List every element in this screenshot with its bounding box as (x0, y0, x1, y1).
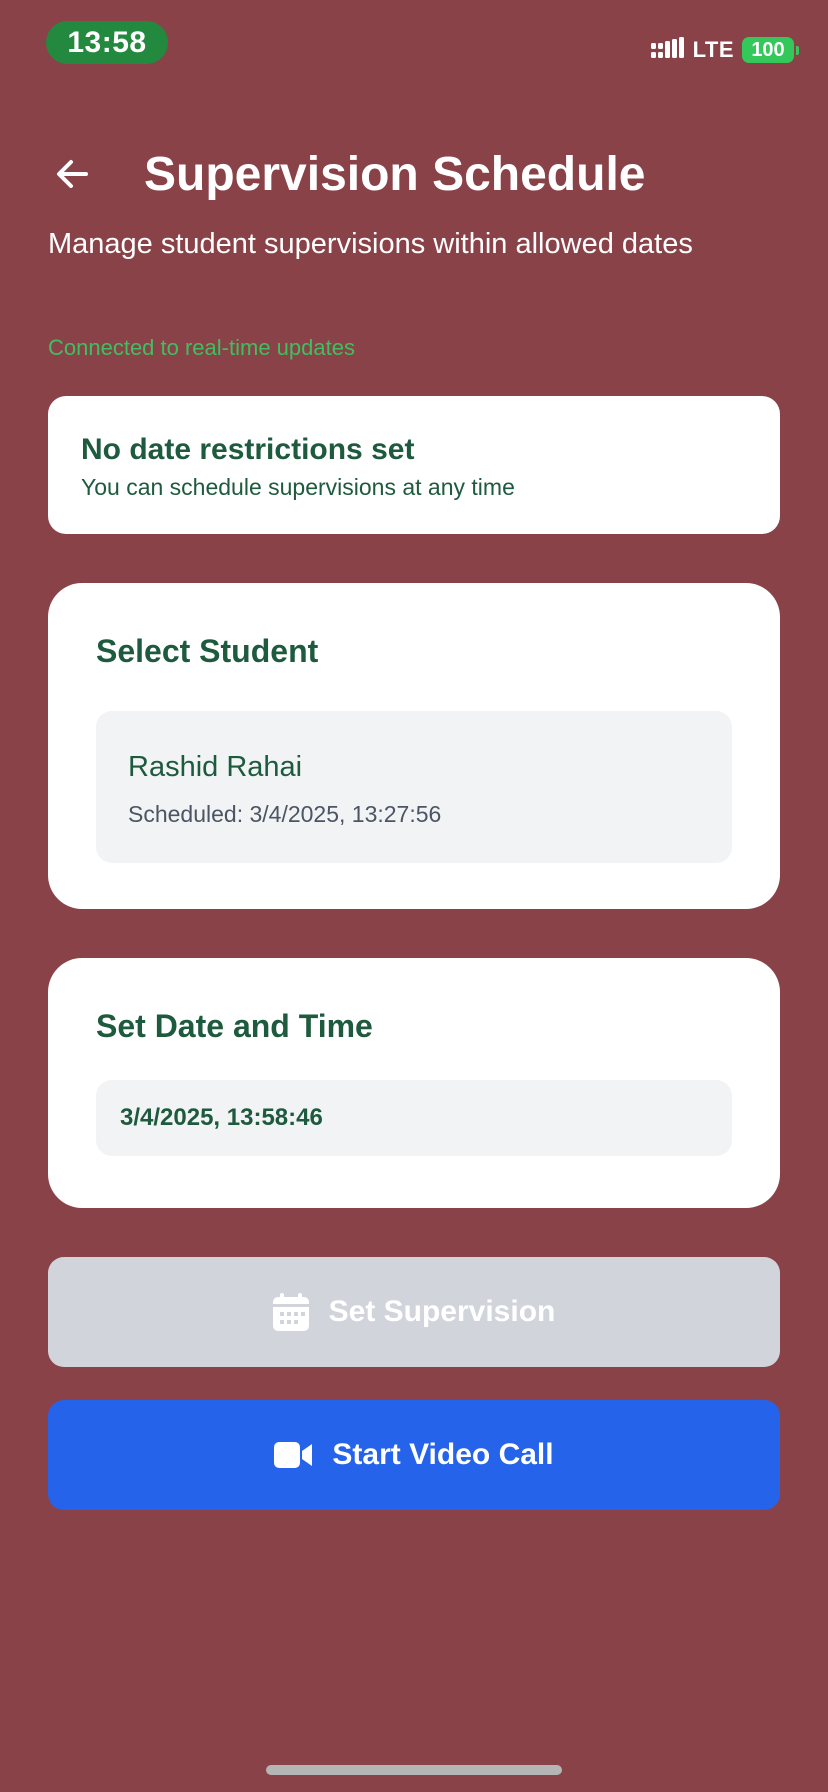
select-student-card: Select Student Rashid Rahai Scheduled: 3… (48, 583, 780, 909)
restriction-title: No date restrictions set (81, 433, 415, 466)
set-datetime-title: Set Date and Time (96, 1008, 373, 1044)
header: Supervision Schedule (48, 140, 788, 210)
datetime-field[interactable]: 3/4/2025, 13:58:46 (96, 1080, 732, 1156)
arrow-left-icon (57, 160, 88, 188)
status-bar: 13:58 LTE 100 (0, 0, 828, 90)
calendar-icon (272, 1293, 309, 1331)
battery-icon: 100 (742, 37, 799, 63)
select-student-title: Select Student (96, 633, 319, 669)
home-indicator (266, 1765, 562, 1775)
set-supervision-label: Set Supervision (328, 1295, 556, 1328)
start-video-call-button[interactable]: Start Video Call (48, 1400, 780, 1510)
video-camera-icon (274, 1442, 313, 1468)
set-datetime-card: Set Date and Time 3/4/2025, 13:58:46 (48, 958, 780, 1208)
student-list-item[interactable]: Rashid Rahai Scheduled: 3/4/2025, 13:27:… (96, 711, 732, 863)
date-restriction-card: No date restrictions set You can schedul… (48, 396, 780, 534)
student-name: Rashid Rahai (128, 751, 303, 783)
connection-status: Connected to real-time updates (48, 335, 355, 360)
status-indicators: LTE 100 (650, 36, 799, 64)
restriction-text: You can schedule supervisions at any tim… (81, 474, 515, 500)
battery-level: 100 (751, 39, 785, 61)
signal-icon (650, 37, 684, 58)
back-button[interactable] (48, 150, 96, 198)
page-title: Supervision Schedule (144, 148, 646, 201)
page-subtitle: Manage student supervisions within allow… (48, 228, 693, 260)
set-supervision-button[interactable]: Set Supervision (48, 1257, 780, 1367)
battery-cap (796, 46, 799, 55)
status-time: 13:58 (46, 21, 168, 64)
student-scheduled-time: Scheduled: 3/4/2025, 13:27:56 (128, 801, 442, 827)
start-video-call-label: Start Video Call (332, 1438, 554, 1471)
network-type: LTE (692, 37, 734, 62)
